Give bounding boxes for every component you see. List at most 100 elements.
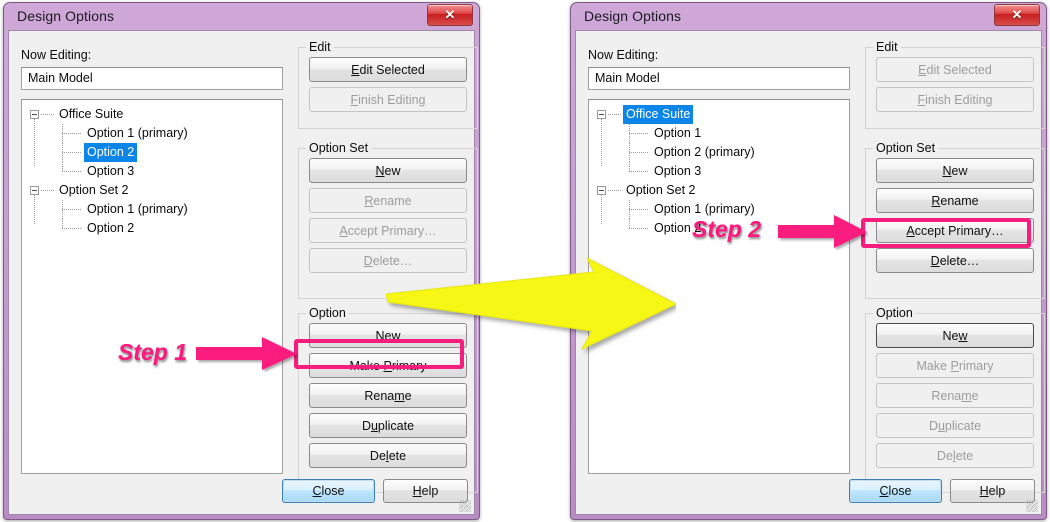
tree-connector — [62, 133, 82, 134]
right-option-delete-button: Delete — [876, 443, 1034, 468]
collapse-expander-icon[interactable] — [597, 110, 606, 119]
button-label: Delete — [936, 448, 974, 463]
collapse-expander-icon[interactable] — [30, 110, 39, 119]
tree-item-label: Option 1 (primary) — [87, 126, 188, 140]
title-bar-left[interactable]: Design Options ✕ — [8, 3, 475, 30]
tree-connector — [62, 143, 63, 162]
left-option-duplicate-button[interactable]: Duplicate — [309, 413, 467, 438]
tree-connector — [629, 228, 649, 229]
right-edit-edit-selected-button: Edit Selected — [876, 57, 1034, 82]
tree-item-label: Option 3 — [654, 164, 702, 178]
collapse-expander-icon[interactable] — [30, 186, 39, 195]
step-2-label: Step 2 Step 2 — [692, 216, 762, 242]
tree-connector — [62, 162, 63, 172]
left-option-set-rename-button: Rename — [309, 188, 467, 213]
close-icon[interactable]: ✕ — [994, 4, 1040, 26]
tree-item[interactable]: Option 1 — [589, 124, 849, 143]
tree-connector — [34, 119, 35, 167]
tree-connector — [41, 190, 54, 191]
tree-connector — [34, 195, 35, 224]
now-editing-label-left: Now Editing: — [21, 48, 92, 62]
tree-item[interactable]: Option Set 2 — [22, 181, 282, 200]
tree-item[interactable]: Option 3 — [589, 162, 849, 181]
close-button-right[interactable]: Close — [849, 479, 942, 503]
left-option-set-new-button[interactable]: New — [309, 158, 467, 183]
tree-item[interactable]: Option 1 (primary) — [22, 124, 282, 143]
title-bar-right[interactable]: Design Options ✕ — [575, 3, 1042, 30]
button-label: New — [942, 328, 968, 343]
tree-connector — [41, 114, 54, 115]
tree-item-label: Office Suite — [623, 105, 694, 124]
resize-grip-right[interactable] — [1026, 500, 1038, 512]
close-button-left[interactable]: Close — [282, 479, 375, 503]
button-label: Edit Selected — [351, 62, 425, 77]
button-label: New — [375, 163, 401, 178]
tree-item-label: Option 3 — [87, 164, 135, 178]
button-label: Rename — [931, 388, 979, 403]
collapse-expander-icon[interactable] — [597, 186, 606, 195]
button-label: Duplicate — [928, 418, 982, 433]
option-group-title-right: Option — [873, 306, 916, 320]
left-option-set-accept-primary-button: Accept Primary… — [309, 218, 467, 243]
edit-group-title-right: Edit — [873, 40, 901, 54]
tree-connector — [629, 171, 649, 172]
option-group-title-left: Option — [306, 306, 349, 320]
window-title-right: Design Options — [584, 8, 682, 24]
tree-connector — [629, 143, 630, 162]
left-option-delete-button[interactable]: Delete — [309, 443, 467, 468]
button-label: Finish Editing — [350, 92, 426, 107]
button-label: Accept Primary… — [906, 223, 1004, 238]
resize-grip-left[interactable] — [459, 500, 471, 512]
tree-connector — [62, 171, 82, 172]
right-option-set-delete-button[interactable]: Delete… — [876, 248, 1034, 273]
tree-item[interactable]: Office Suite — [589, 105, 849, 124]
right-option-set-new-button[interactable]: New — [876, 158, 1034, 183]
left-edit-edit-selected-button[interactable]: Edit Selected — [309, 57, 467, 82]
button-label: Make Primary — [916, 358, 994, 373]
window-title-left: Design Options — [17, 8, 115, 24]
tree-connector — [629, 209, 649, 210]
button-label: Accept Primary… — [339, 223, 437, 238]
now-editing-field-left[interactable]: Main Model — [21, 67, 283, 90]
tree-item-label: Office Suite — [59, 107, 124, 121]
step-2-arrow — [778, 215, 867, 248]
option-set-group-title-left: Option Set — [306, 141, 372, 155]
tree-item[interactable]: Option Set 2 — [589, 181, 849, 200]
close-icon[interactable]: ✕ — [427, 4, 473, 26]
tree-item[interactable]: Option 2 — [22, 143, 282, 162]
left-option-rename-button[interactable]: Rename — [309, 383, 467, 408]
tree-connector — [601, 119, 602, 167]
tree-item[interactable]: Option 3 — [22, 162, 282, 181]
tree-connector — [629, 200, 630, 219]
tree-connector — [62, 200, 63, 219]
tree-item-label: Option 2 — [87, 221, 135, 235]
tree-connector — [629, 124, 630, 143]
tree-connector — [601, 195, 602, 224]
tree-item[interactable]: Option 1 (primary) — [22, 200, 282, 219]
right-edit-finish-editing-button: Finish Editing — [876, 87, 1034, 112]
tree-item[interactable]: Option 2 — [22, 219, 282, 238]
tree-connector — [62, 124, 63, 143]
help-button-left[interactable]: Help — [383, 479, 468, 503]
now-editing-field-right[interactable]: Main Model — [588, 67, 850, 90]
button-label: New — [942, 163, 968, 178]
option-set-group-title-right: Option Set — [873, 141, 939, 155]
tree-item-label: Option 2 — [84, 143, 138, 162]
tree-item[interactable]: Office Suite — [22, 105, 282, 124]
design-options-tree-left[interactable]: Office Suite Option 1 (primary) Option 2 Op… — [21, 99, 283, 474]
tree-connector — [629, 133, 649, 134]
right-option-set-accept-primary-button[interactable]: Accept Primary… — [876, 218, 1034, 243]
step-1-arrow — [196, 337, 297, 370]
tree-connector — [608, 114, 621, 115]
right-option-new-button[interactable]: New — [876, 323, 1034, 348]
tree-connector — [629, 162, 630, 172]
tree-connector — [62, 228, 82, 229]
tree-item-label: Option Set 2 — [59, 183, 129, 197]
tree-item-label: Option 1 (primary) — [87, 202, 188, 216]
help-button-right[interactable]: Help — [950, 479, 1035, 503]
step-1-label: Step 1 Step 1 — [118, 339, 188, 365]
tree-item-label: Option 1 — [654, 126, 702, 140]
right-option-set-rename-button[interactable]: Rename — [876, 188, 1034, 213]
tree-item-label: Option 2 (primary) — [654, 145, 755, 159]
tree-item[interactable]: Option 2 (primary) — [589, 143, 849, 162]
